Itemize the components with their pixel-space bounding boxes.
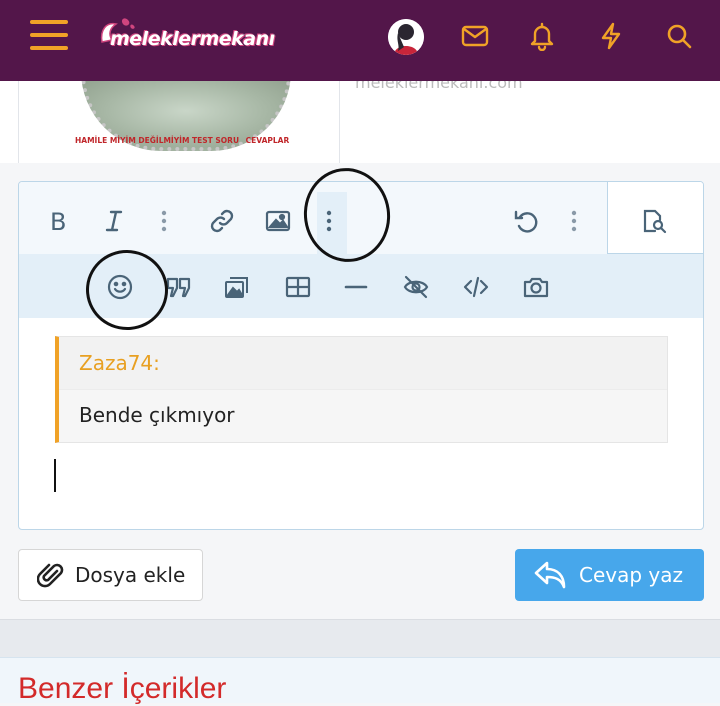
link-icon[interactable] [205, 204, 239, 238]
quote-author[interactable]: Zaza74: [59, 337, 667, 390]
reply-label: Cevap yaz [579, 563, 684, 587]
spoiler-icon[interactable] [399, 270, 433, 304]
user-avatar[interactable] [388, 19, 424, 55]
previous-post: HAMİLE MİYİM DEĞİLMİYİM TEST SORU CEVAPL… [0, 71, 720, 163]
top-navigation-bar: meleklermekanı [0, 0, 720, 81]
attach-file-button[interactable]: Dosya ekle [18, 549, 203, 601]
post-image: HAMİLE MİYİM DEĞİLMİYİM TEST SORU CEVAPL… [18, 71, 340, 163]
media-gallery-icon[interactable] [220, 270, 254, 304]
logo-text: meleklermekanı [110, 28, 275, 50]
italic-icon[interactable] [97, 204, 131, 238]
camera-icon[interactable] [519, 270, 553, 304]
image-icon[interactable] [261, 204, 295, 238]
quote-text: Bende çıkmıyor [79, 403, 235, 427]
reply-button[interactable]: Cevap yaz [515, 549, 704, 601]
text-cursor [54, 459, 56, 492]
code-icon[interactable] [459, 270, 493, 304]
reply-arrow-icon [534, 561, 566, 589]
more-text-options-icon[interactable] [147, 204, 181, 238]
smilie-icon[interactable] [103, 270, 137, 304]
preview-icon[interactable] [637, 204, 671, 238]
undo-icon[interactable] [509, 204, 543, 238]
paperclip-icon [37, 563, 64, 588]
more-options-icon[interactable] [557, 204, 591, 238]
horizontal-line-icon[interactable] [339, 270, 373, 304]
svg-text:B: B [50, 208, 66, 234]
similar-threads-title: Benzer İçerikler [18, 672, 227, 705]
section-separator [0, 619, 720, 657]
search-icon[interactable] [664, 21, 694, 51]
menu-icon[interactable] [30, 20, 68, 52]
quoted-message: Zaza74: Bende çıkmıyor [55, 336, 668, 443]
table-icon[interactable] [281, 270, 315, 304]
envelope-icon[interactable] [460, 21, 490, 51]
attach-file-label: Dosya ekle [75, 563, 186, 587]
more-insert-options-icon[interactable] [312, 204, 346, 238]
site-logo[interactable]: meleklermekanı [98, 14, 288, 64]
quote-icon[interactable] [162, 270, 196, 304]
bolt-icon[interactable] [596, 21, 626, 51]
post-image-caption: HAMİLE MİYİM DEĞİLMİYİM TEST SORU CEVAPL… [75, 136, 290, 145]
reply-editor: B Zaza74: Bende çıkmıyor [18, 181, 704, 530]
similar-threads-section: Benzer İçerikler [0, 657, 720, 705]
bold-icon[interactable]: B [42, 204, 76, 238]
bell-icon[interactable] [527, 21, 557, 52]
